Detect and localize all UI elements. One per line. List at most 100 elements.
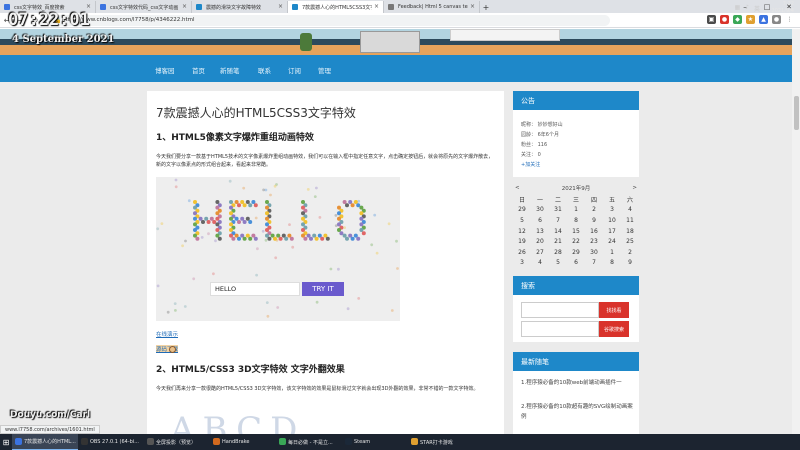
extension-icon[interactable]: ◆ xyxy=(733,15,742,24)
calendar-day[interactable]: 30 xyxy=(585,247,603,258)
calendar-day[interactable]: 31 xyxy=(549,205,567,216)
calendar-day[interactable]: 25 xyxy=(621,236,639,247)
calendar-day[interactable]: 30 xyxy=(531,205,549,216)
calendar-day[interactable]: 16 xyxy=(585,226,603,237)
url-input[interactable]: 🔒 https://www.cnblogs.com/l7758/p/434622… xyxy=(50,14,610,26)
tray-date: 2021/9/4 xyxy=(771,8,794,14)
calendar-day[interactable]: 6 xyxy=(531,215,549,226)
calendar-next-icon[interactable]: > xyxy=(632,185,637,191)
google-search-button[interactable]: 谷歌搜索 xyxy=(599,321,629,337)
taskbar-app[interactable]: Steam xyxy=(342,434,408,450)
calendar-day[interactable]: 12 xyxy=(513,226,531,237)
browser-tab[interactable]: 7款震撼人心的HTML5CSS3文字特× xyxy=(288,1,384,13)
scattered-pixel xyxy=(318,216,322,219)
scattered-pixel xyxy=(256,247,259,251)
calendar-day[interactable]: 6 xyxy=(567,258,585,269)
nav-link[interactable]: 管理 xyxy=(318,65,331,75)
browser-tab[interactable]: Feedback| Html 5 canvas text × xyxy=(384,1,480,13)
search-button[interactable]: 找找看 xyxy=(599,302,629,318)
calendar-day[interactable]: 9 xyxy=(621,258,639,269)
close-tab-icon[interactable]: × xyxy=(182,3,187,10)
letter-pixel xyxy=(215,205,220,210)
demo-text-input[interactable]: HELLO xyxy=(210,282,300,296)
extension-icon[interactable]: ▲ xyxy=(759,15,768,24)
calendar-day[interactable]: 17 xyxy=(603,226,621,237)
calendar-day[interactable]: 2 xyxy=(585,205,603,216)
app-icon xyxy=(15,438,22,445)
calendar-day[interactable]: 4 xyxy=(531,258,549,269)
calendar-prev-icon[interactable]: < xyxy=(515,185,520,191)
extension-icon[interactable]: ★ xyxy=(746,15,755,24)
recent-post-link[interactable]: 1.程序猿必备的10款web前端动画插件一 xyxy=(521,378,633,388)
calendar-day[interactable]: 27 xyxy=(531,247,549,258)
calendar-day[interactable]: 1 xyxy=(603,247,621,258)
browser-tab[interactable]: 震撼的滑块文字故障特效 × xyxy=(192,1,288,13)
taskbar-app[interactable]: HandBrake xyxy=(210,434,276,450)
tab-label: 震撼的滑块文字故障特效 xyxy=(206,4,262,11)
page-scrollbar[interactable] xyxy=(792,29,800,434)
calendar-day[interactable]: 1 xyxy=(567,205,585,216)
try-it-button[interactable]: TRY IT xyxy=(302,282,344,296)
demo-link[interactable]: 在线演示 xyxy=(156,330,178,338)
menu-icon[interactable]: ⋮ xyxy=(785,15,794,24)
follow-link[interactable]: +加关注 xyxy=(521,161,540,168)
recent-post-link[interactable]: 2.程序猿必备的10款超有趣的SVG绘制动画案例 xyxy=(521,402,633,422)
calendar-day[interactable]: 18 xyxy=(621,226,639,237)
calendar-day[interactable]: 7 xyxy=(585,258,603,269)
calendar-day[interactable]: 15 xyxy=(567,226,585,237)
close-tab-icon[interactable]: × xyxy=(374,3,379,10)
volume-icon[interactable]: ♪ xyxy=(745,4,749,13)
close-tab-icon[interactable]: × xyxy=(470,3,475,10)
new-tab-button[interactable]: + xyxy=(480,1,492,13)
search-input[interactable] xyxy=(521,302,599,318)
calendar-day[interactable]: 8 xyxy=(567,215,585,226)
calendar-day[interactable]: 14 xyxy=(549,226,567,237)
calendar-day[interactable]: 7 xyxy=(549,215,567,226)
calendar-day[interactable]: 20 xyxy=(531,236,549,247)
calendar-day[interactable]: 24 xyxy=(603,236,621,247)
scrollbar-thumb[interactable] xyxy=(794,96,799,130)
calendar-day[interactable]: 29 xyxy=(513,205,531,216)
calendar-day[interactable]: 13 xyxy=(531,226,549,237)
windows-start-icon[interactable]: ⊞ xyxy=(0,434,12,450)
close-tab-icon[interactable]: × xyxy=(86,3,91,10)
nav-link[interactable]: 博客园 xyxy=(155,65,175,75)
calendar-day[interactable]: 11 xyxy=(621,215,639,226)
extension-icon[interactable]: ▣ xyxy=(707,15,716,24)
calendar-day[interactable]: 21 xyxy=(549,236,567,247)
ime-icon[interactable]: 英 xyxy=(754,4,760,13)
close-tab-icon[interactable]: × xyxy=(278,3,283,10)
profile-avatar[interactable]: ● xyxy=(772,15,781,24)
article-title[interactable]: 7款震撼人心的HTML5CSS3文字特效 xyxy=(156,104,356,121)
extension-icon[interactable]: ● xyxy=(720,15,729,24)
calendar-day[interactable]: 26 xyxy=(513,247,531,258)
calendar-day[interactable]: 19 xyxy=(513,236,531,247)
calendar-day[interactable]: 3 xyxy=(513,258,531,269)
calendar-day[interactable]: 22 xyxy=(567,236,585,247)
google-search-input[interactable] xyxy=(521,321,599,337)
calendar-day[interactable]: 5 xyxy=(513,215,531,226)
demo-canvas[interactable]: HELLO TRY IT xyxy=(156,177,400,321)
nav-link[interactable]: 新随笔 xyxy=(220,65,240,75)
calendar-day[interactable]: 28 xyxy=(549,247,567,258)
calendar-day[interactable]: 4 xyxy=(621,205,639,216)
calendar-day[interactable]: 3 xyxy=(603,205,621,216)
calendar-day[interactable]: 5 xyxy=(549,258,567,269)
calendar-day[interactable]: 23 xyxy=(585,236,603,247)
taskbar-app[interactable]: STAR打卡游戏 xyxy=(408,434,474,450)
calendar-day[interactable]: 8 xyxy=(603,258,621,269)
taskbar-app[interactable]: 每日必做 - 不是立... xyxy=(276,434,342,450)
calendar-day[interactable]: 9 xyxy=(585,215,603,226)
taskbar-app[interactable]: 全屏投影（预览） xyxy=(144,434,210,450)
calendar-day[interactable]: 2 xyxy=(621,247,639,258)
tray-clock[interactable]: 7:22 2021/9/4 xyxy=(772,1,794,15)
calendar-day[interactable]: 10 xyxy=(603,215,621,226)
taskbar-app[interactable]: OBS 27.0.1 (64-bi... xyxy=(78,434,144,450)
network-icon[interactable]: ▦ xyxy=(734,4,740,13)
nav-link[interactable]: 联系 xyxy=(258,65,271,75)
browser-tab[interactable]: css文字特效代码_css文字动画 × xyxy=(96,1,192,13)
nav-link[interactable]: 首页 xyxy=(192,65,205,75)
taskbar-app[interactable]: 7款震撼人心的HTML... xyxy=(12,434,78,450)
calendar-day[interactable]: 29 xyxy=(567,247,585,258)
nav-link[interactable]: 订阅 xyxy=(288,65,301,75)
